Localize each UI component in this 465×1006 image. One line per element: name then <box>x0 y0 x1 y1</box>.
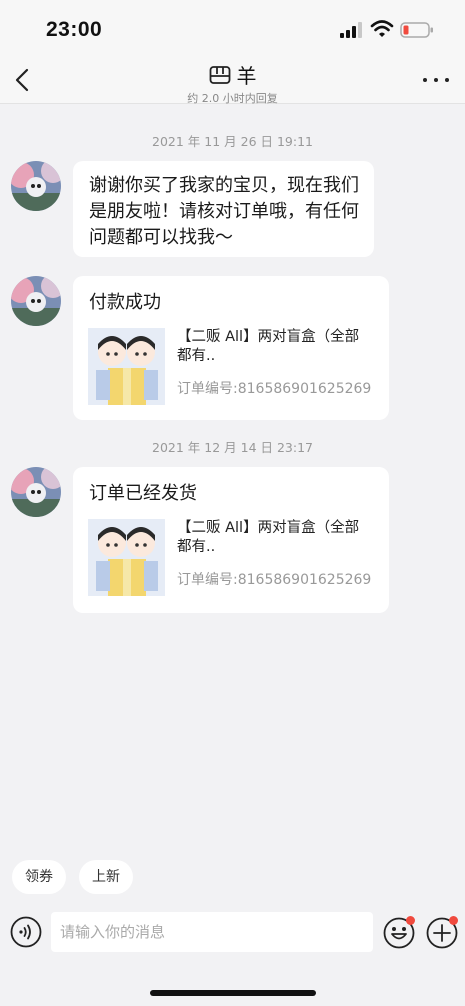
more-dot-icon <box>434 78 438 82</box>
reply-time-hint: 约 2.0 小时内回复 <box>187 92 278 105</box>
order-card[interactable]: 【二贩 All】两对盲盒（全部都有.. 订单编号:816586901625269 <box>73 314 389 419</box>
home-indicator <box>150 990 316 996</box>
avatar-image <box>11 467 61 517</box>
message-input[interactable] <box>51 912 373 952</box>
notification-dot <box>406 916 415 925</box>
signal-icon <box>340 22 362 38</box>
product-thumbnail <box>88 519 165 596</box>
timestamp: 2021 年 12 月 14 日 23:17 <box>152 440 313 455</box>
more-options-button[interactable] <box>423 68 449 92</box>
coupon-chip[interactable]: 领券 <box>12 860 66 894</box>
timestamp: 2021 年 11 月 26 日 19:11 <box>152 134 313 149</box>
more-dot-icon <box>423 78 427 82</box>
product-name: 【二贩 All】两对盲盒（全部都有.. <box>177 520 360 555</box>
order-number: 订单编号:816586901625269 <box>177 381 372 397</box>
order-number: 订单编号:816586901625269 <box>177 572 372 588</box>
avatar[interactable] <box>11 161 61 211</box>
order-card[interactable]: 【二贩 All】两对盲盒（全部都有.. 订单编号:816586901625269 <box>73 505 389 610</box>
wifi-icon <box>370 20 394 37</box>
order-message-bubble: 付款成功 【二贩 All】两对盲盒（全部都有.. 订单编号:8165869016… <box>73 276 389 420</box>
product-thumbnail <box>88 328 165 405</box>
avatar-image <box>11 276 61 326</box>
product-name: 【二贩 All】两对盲盒（全部都有.. <box>177 329 360 364</box>
shop-icon <box>209 65 230 84</box>
avatar[interactable] <box>11 276 61 326</box>
more-dot-icon <box>445 78 449 82</box>
message-bubble: 谢谢你买了我家的宝贝，现在我们是朋友啦！请核对订单哦，有任何问题都可以找我～ <box>73 161 374 257</box>
nav-bar: 羊 约 2.0 小时内回复 <box>0 58 465 106</box>
chat-header: 羊 约 2.0 小时内回复 <box>0 60 465 106</box>
message-text: 谢谢你买了我家的宝贝，现在我们是朋友啦！请核对订单哦，有任何问题都可以找我～ <box>89 175 359 248</box>
status-bar: 23:00 <box>0 0 465 58</box>
new-arrivals-chip[interactable]: 上新 <box>79 860 133 894</box>
notification-dot <box>449 916 458 925</box>
battery-icon <box>400 22 433 38</box>
chat-title: 羊 <box>236 64 257 88</box>
avatar-image <box>11 161 61 211</box>
order-status-title: 付款成功 <box>89 292 161 313</box>
voice-input-button[interactable] <box>10 916 42 948</box>
avatar[interactable] <box>11 467 61 517</box>
order-status-title: 订单已经发货 <box>89 483 197 504</box>
status-time: 23:00 <box>46 18 103 41</box>
order-message-bubble: 订单已经发货 【二贩 All】两对盲盒（全部都有.. 订单编号:81658690… <box>73 467 389 613</box>
